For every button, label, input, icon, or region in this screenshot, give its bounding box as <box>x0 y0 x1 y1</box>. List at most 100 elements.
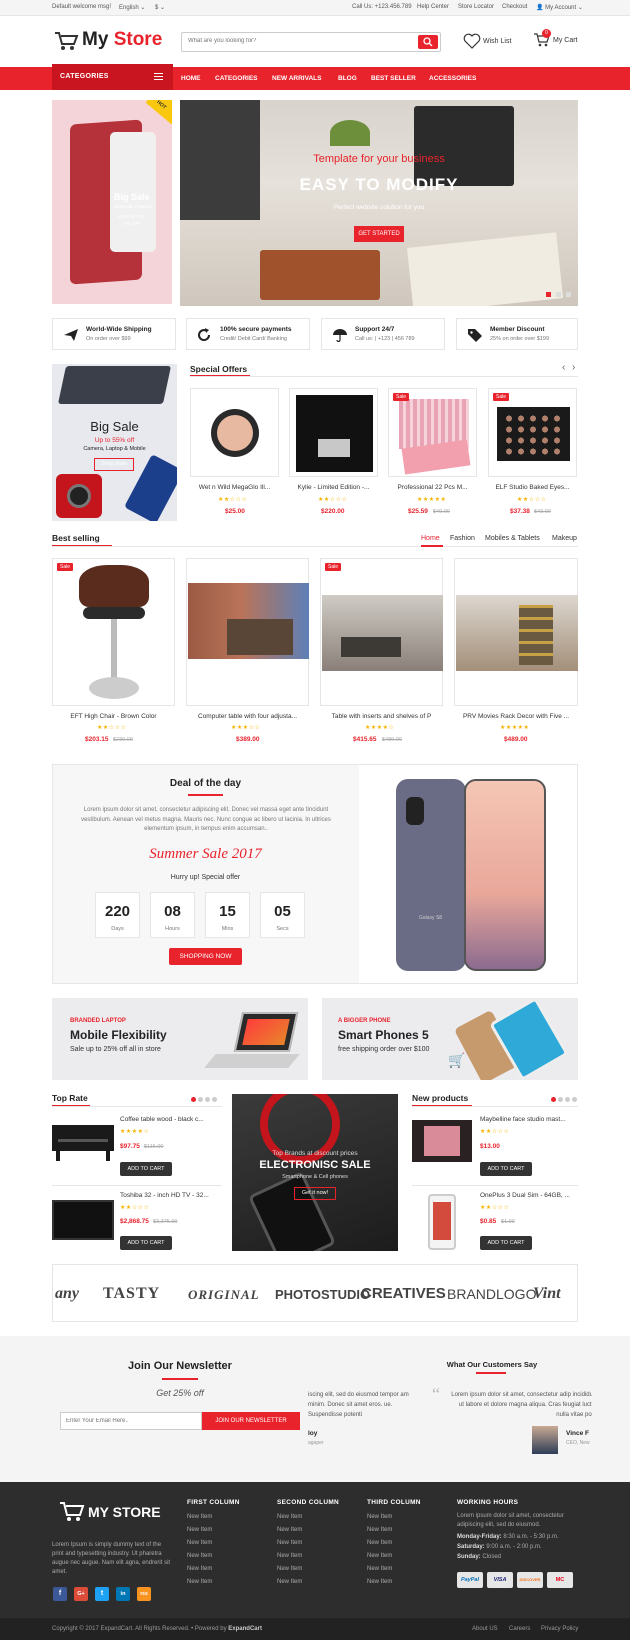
product-name[interactable]: Kylie - Limited Edition -... <box>289 484 378 491</box>
brand-logo[interactable]: Vint <box>533 1285 561 1303</box>
big-sale-banner[interactable]: Big Sale Up to 55% off Camera, Laptop & … <box>52 364 177 521</box>
footer-logo[interactable]: MY STORE <box>58 1500 161 1526</box>
shopping-now-button[interactable]: SHOPPING NOW <box>169 948 242 965</box>
product-image-box[interactable] <box>454 558 578 706</box>
brand-logo[interactable]: CREATIVES <box>361 1285 446 1302</box>
product-image-box[interactable] <box>190 388 279 477</box>
footer-link[interactable]: New Item <box>367 1527 392 1533</box>
logo[interactable]: My Store <box>82 29 162 51</box>
next-arrow[interactable]: › <box>572 362 575 373</box>
carousel-dot[interactable] <box>198 1097 203 1102</box>
product-name[interactable]: Wet n Wild MegaGlo Ill... <box>190 484 279 491</box>
product-name[interactable]: Computer table with four adjusta... <box>186 713 309 720</box>
slider-dot[interactable] <box>566 292 571 297</box>
language-selector[interactable]: English ⌄ <box>119 4 145 11</box>
carousel-dot[interactable] <box>212 1097 217 1102</box>
product-name[interactable]: Table with inserts and shelves of P <box>320 713 443 720</box>
search-input[interactable] <box>188 38 408 44</box>
google-plus-icon[interactable]: G+ <box>74 1587 88 1601</box>
tab-fashion[interactable]: Fashion <box>450 535 475 542</box>
carousel-dot[interactable] <box>572 1097 577 1102</box>
brand-logo[interactable]: BRANDLOGO <box>447 1286 536 1302</box>
brand-logo[interactable]: PHOTOSTUDIO <box>275 1287 370 1302</box>
nav-new-arrivals[interactable]: NEW ARRIVALS <box>272 75 321 82</box>
product-name[interactable]: EFT High Chair - Brown Color <box>52 713 175 720</box>
logo-cart-icon[interactable] <box>53 30 79 54</box>
product-image-box[interactable]: Sale <box>52 558 175 706</box>
tv-image[interactable] <box>52 1200 114 1240</box>
get-started-button[interactable]: GET STARTED <box>354 226 404 242</box>
tab-mobiles-tablets[interactable]: Mobiles & Tablets <box>485 535 540 542</box>
blush-compact-image[interactable] <box>412 1120 472 1162</box>
brand-logo[interactable]: any <box>55 1285 79 1303</box>
product-name[interactable]: Professional 22 Pcs M... <box>388 484 477 491</box>
prev-arrow[interactable]: ‹ <box>562 362 565 373</box>
powered-by-link[interactable]: ExpandCart <box>228 1626 262 1632</box>
product-name[interactable]: Toshiba 32 - inch HD TV - 32... <box>120 1192 218 1199</box>
slider-dot-active[interactable] <box>546 292 551 297</box>
newsletter-email-input[interactable] <box>60 1412 202 1430</box>
carousel-dot[interactable] <box>205 1097 210 1102</box>
call-us-link[interactable]: Call Us: +123.456.789 <box>352 4 412 10</box>
nav-blog[interactable]: BLOG <box>338 75 357 82</box>
join-newsletter-button[interactable]: JOIN OUR NEWSLETTER <box>202 1412 300 1430</box>
store-locator-link[interactable]: Store Locator <box>458 4 494 10</box>
hero-side-banner[interactable]: HOT Big Sale Bestseller Products SAVE UP… <box>52 100 172 304</box>
facebook-icon[interactable]: f <box>53 1587 67 1601</box>
footer-link[interactable]: New Item <box>277 1540 302 1546</box>
carousel-dot[interactable] <box>558 1097 563 1102</box>
product-name[interactable]: ELF Studio Baked Eyes... <box>488 484 577 491</box>
carousel-dot-active[interactable] <box>191 1097 196 1102</box>
footer-link[interactable]: New Item <box>367 1553 392 1559</box>
product-name[interactable]: Maybelline face studio mast... <box>480 1116 576 1123</box>
twitter-icon[interactable]: t <box>95 1587 109 1601</box>
product-image-box[interactable]: Sale <box>488 388 577 477</box>
electronic-sale-banner[interactable]: Top Brands at discount prices ELECTRONIS… <box>232 1094 398 1251</box>
footer-link[interactable]: New Item <box>187 1566 212 1572</box>
nav-best-seller[interactable]: BEST SELLER <box>371 75 416 82</box>
coffee-table-image[interactable] <box>52 1125 114 1151</box>
privacy-policy-link[interactable]: Privacy Policy <box>541 1626 578 1632</box>
linkedin-icon[interactable]: in <box>116 1587 130 1601</box>
footer-link[interactable]: New Item <box>277 1566 302 1572</box>
nav-categories[interactable]: CATEGORIES <box>215 75 258 82</box>
footer-link[interactable]: New Item <box>187 1514 212 1520</box>
categories-button[interactable]: CATEGORIES <box>52 64 173 90</box>
about-us-link[interactable]: About US <box>472 1626 498 1632</box>
help-center-link[interactable]: Help Center <box>417 4 449 10</box>
carousel-dot-active[interactable] <box>551 1097 556 1102</box>
footer-link[interactable]: New Item <box>187 1527 212 1533</box>
checkout-link[interactable]: Checkout <box>502 4 527 10</box>
rss-icon[interactable]: rss <box>137 1587 151 1601</box>
wishlist-link[interactable]: Wish List <box>463 33 511 51</box>
nav-home[interactable]: HOME <box>181 75 201 82</box>
shop-now-button[interactable]: Shop Now <box>94 458 134 471</box>
footer-link[interactable]: New Item <box>277 1579 302 1585</box>
brand-logo[interactable]: TASTY <box>103 1285 160 1303</box>
promo-phone-banner[interactable]: A BIGGER PHONE Smart Phones 5 free shipp… <box>322 998 578 1080</box>
slider-dot[interactable] <box>556 292 561 297</box>
promo-laptop-banner[interactable]: BRANDED LAPTOP Mobile Flexibility Sale u… <box>52 998 308 1080</box>
add-to-cart-button[interactable]: ADD TO CART <box>480 1236 532 1250</box>
get-it-now-button[interactable]: Get it now! <box>294 1187 336 1200</box>
currency-selector[interactable]: $ ⌄ <box>155 4 165 11</box>
careers-link[interactable]: Careers <box>509 1626 530 1632</box>
footer-link[interactable]: New Item <box>367 1540 392 1546</box>
product-image-box[interactable]: Sale <box>388 388 477 477</box>
add-to-cart-button[interactable]: ADD TO CART <box>120 1236 172 1250</box>
add-to-cart-button[interactable]: ADD TO CART <box>120 1162 172 1176</box>
footer-link[interactable]: New Item <box>187 1579 212 1585</box>
product-image-box[interactable] <box>289 388 378 477</box>
oneplus-phone-image[interactable] <box>428 1194 456 1250</box>
brand-logo[interactable]: ORIGINAL <box>188 1287 260 1303</box>
search-button[interactable] <box>418 35 438 49</box>
product-image-box[interactable] <box>186 558 309 706</box>
product-name[interactable]: PRV Movies Rack Decor with Five ... <box>454 713 578 720</box>
footer-link[interactable]: New Item <box>187 1540 212 1546</box>
footer-link[interactable]: New Item <box>367 1566 392 1572</box>
footer-link[interactable]: New Item <box>367 1579 392 1585</box>
hero-banner[interactable]: Template for your business EASY TO MODIF… <box>180 100 578 306</box>
cart-link[interactable]: 0 My Cart <box>533 29 578 50</box>
add-to-cart-button[interactable]: ADD TO CART <box>480 1162 532 1176</box>
carousel-dot[interactable] <box>565 1097 570 1102</box>
